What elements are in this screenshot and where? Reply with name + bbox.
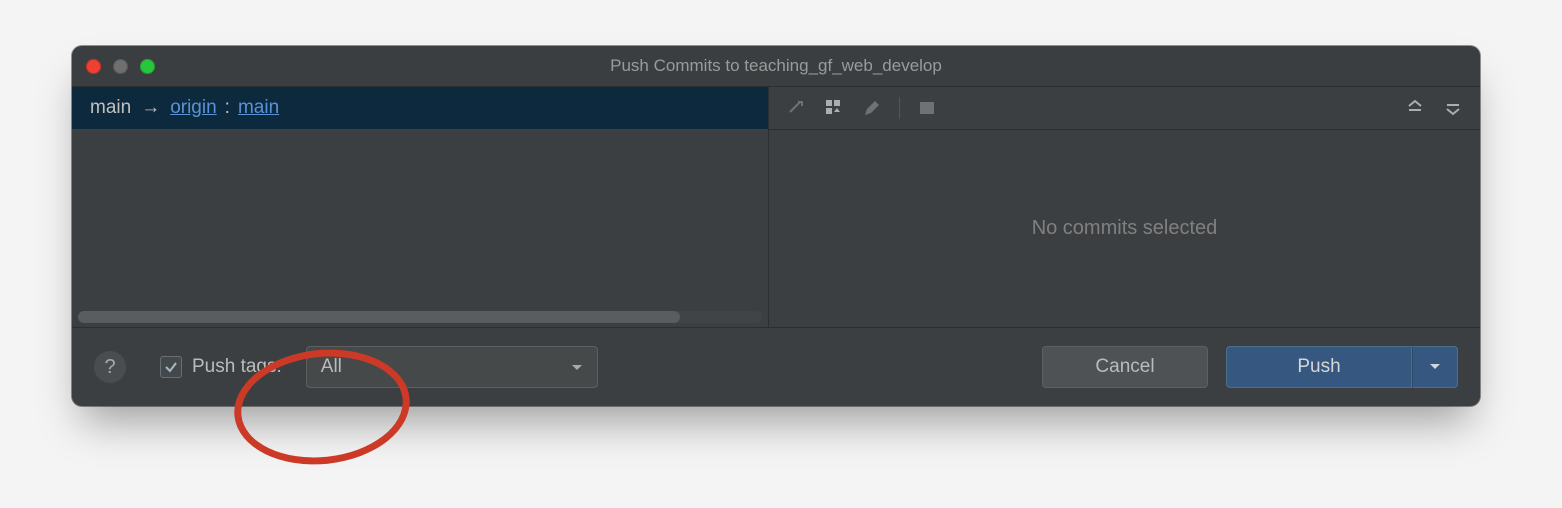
window-controls bbox=[86, 59, 155, 74]
push-tags-label: Push tags: bbox=[192, 356, 282, 378]
expand-all-icon[interactable] bbox=[1400, 93, 1430, 123]
local-branch-label: main bbox=[90, 97, 131, 119]
titlebar: Push Commits to teaching_gf_web_develop bbox=[72, 46, 1480, 87]
cherry-pick-icon[interactable] bbox=[781, 93, 811, 123]
remote-name-link[interactable]: origin bbox=[170, 97, 216, 119]
scrollbar-thumb[interactable] bbox=[78, 311, 680, 323]
close-icon[interactable] bbox=[86, 59, 101, 74]
push-button-group: Push bbox=[1226, 346, 1458, 388]
push-dialog: Push Commits to teaching_gf_web_develop … bbox=[72, 46, 1480, 406]
remote-branch-link[interactable]: main bbox=[238, 97, 279, 119]
cancel-button[interactable]: Cancel bbox=[1042, 346, 1208, 388]
chevron-down-icon bbox=[571, 356, 583, 378]
checkbox-icon bbox=[160, 356, 182, 378]
push-tags-select-value: All bbox=[321, 356, 342, 378]
push-more-button[interactable] bbox=[1412, 346, 1458, 388]
cancel-button-label: Cancel bbox=[1095, 356, 1154, 378]
push-button-label: Push bbox=[1297, 356, 1340, 378]
dialog-footer: ? Push tags: All Cancel bbox=[72, 328, 1480, 406]
minimize-icon[interactable] bbox=[113, 59, 128, 74]
push-button[interactable]: Push bbox=[1226, 346, 1412, 388]
push-tags-select[interactable]: All bbox=[306, 346, 598, 388]
colon: : bbox=[225, 97, 230, 119]
commits-empty-state: No commits selected bbox=[769, 130, 1480, 327]
diff-toolbar bbox=[769, 87, 1480, 130]
maximize-icon[interactable] bbox=[140, 59, 155, 74]
no-commits-label: No commits selected bbox=[1032, 217, 1218, 240]
group-by-directory-icon[interactable] bbox=[819, 93, 849, 123]
toolbar-separator bbox=[899, 97, 900, 119]
branches-panel: main → origin : main bbox=[72, 87, 769, 327]
edit-icon[interactable] bbox=[857, 93, 887, 123]
commits-panel: No commits selected bbox=[769, 87, 1480, 327]
collapse-all-icon[interactable] bbox=[1438, 93, 1468, 123]
help-button[interactable]: ? bbox=[94, 351, 126, 383]
window-title: Push Commits to teaching_gf_web_develop bbox=[72, 56, 1480, 76]
preview-diff-icon[interactable] bbox=[912, 93, 942, 123]
branch-row[interactable]: main → origin : main bbox=[72, 87, 768, 129]
horizontal-scrollbar[interactable] bbox=[78, 311, 762, 323]
push-tags-checkbox[interactable]: Push tags: bbox=[160, 356, 282, 378]
arrow-icon: → bbox=[141, 97, 160, 119]
chevron-down-icon bbox=[1429, 363, 1441, 371]
